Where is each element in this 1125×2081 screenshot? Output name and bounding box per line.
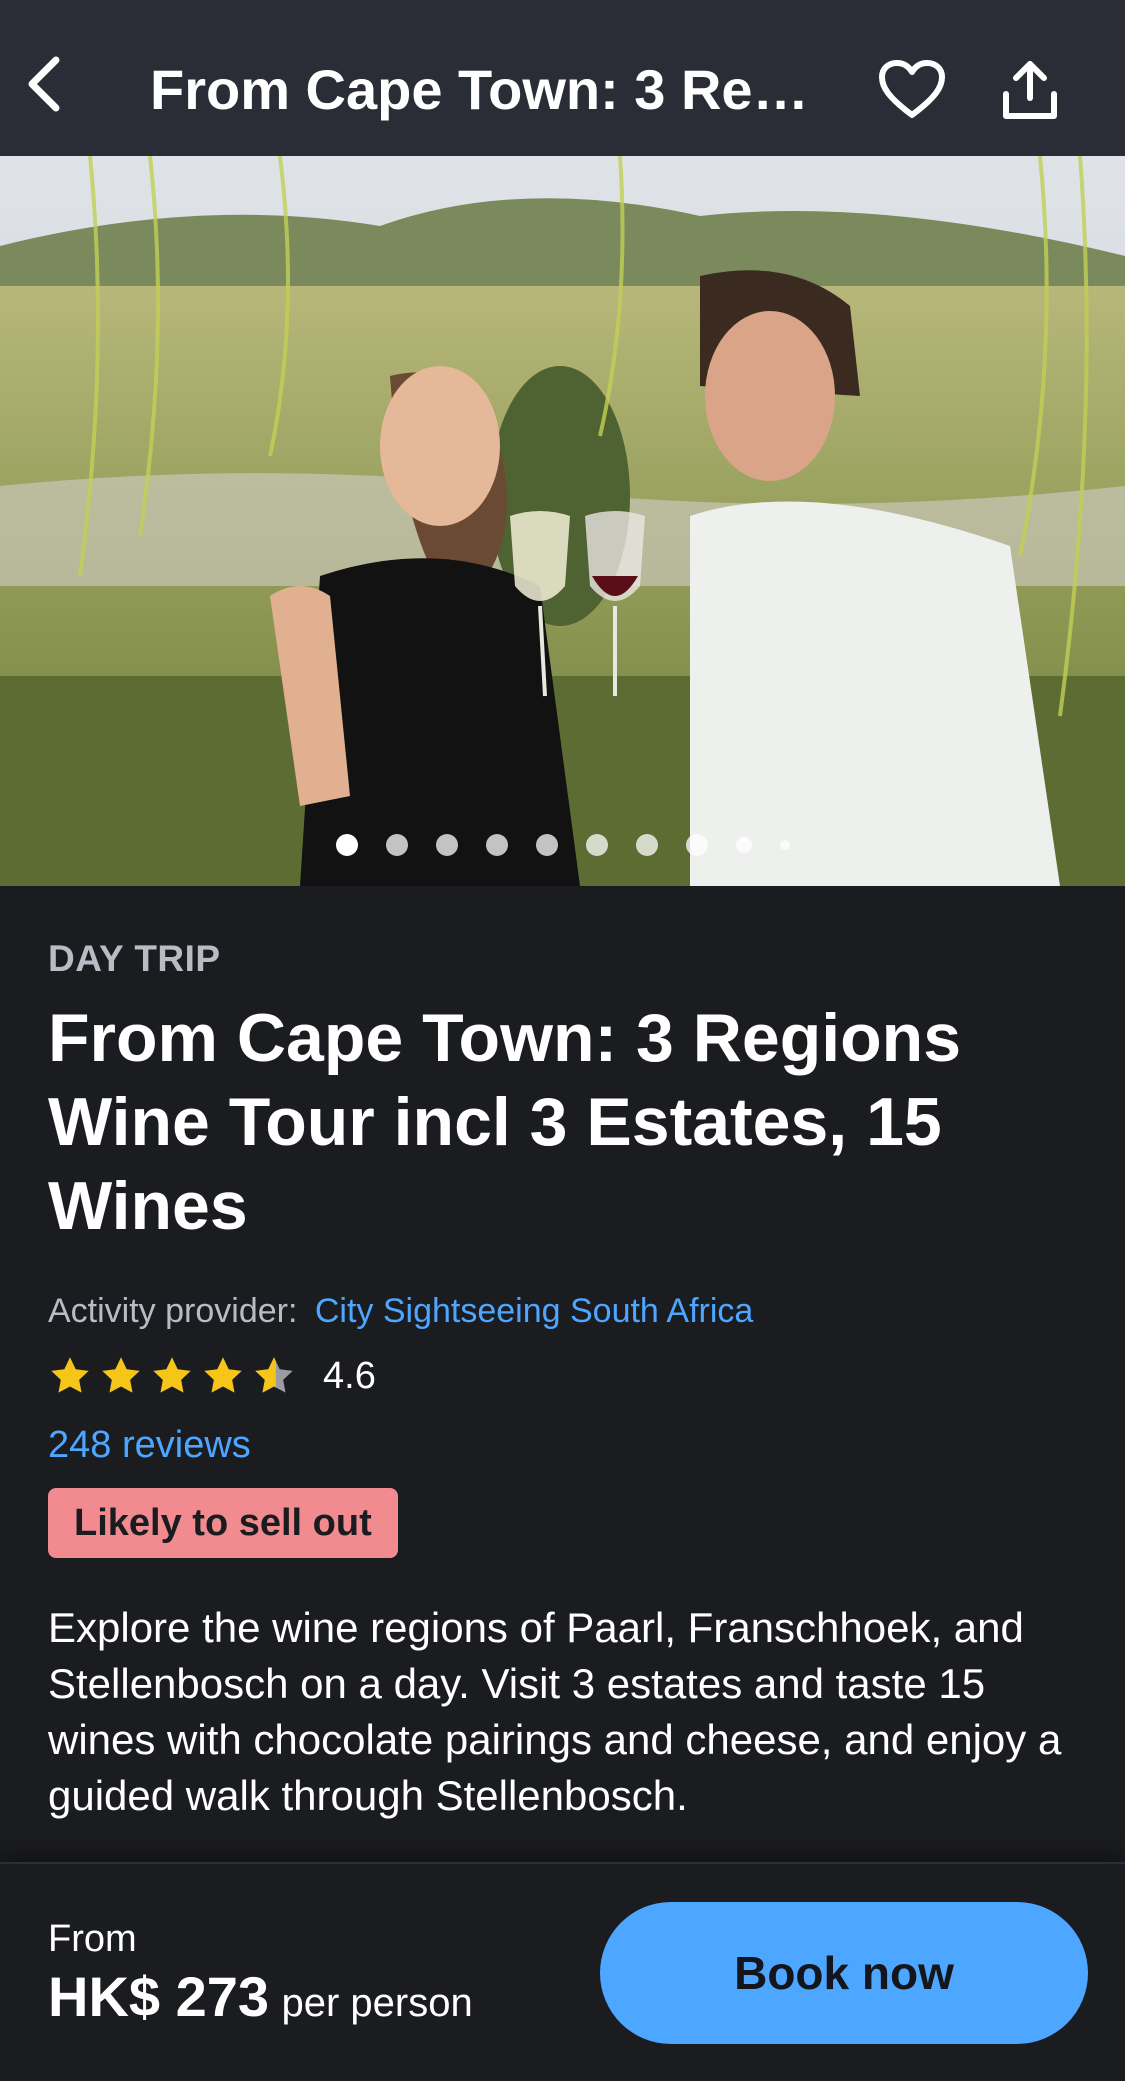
wine-tasting-photo [0,156,1125,886]
sell-out-badge: Likely to sell out [48,1488,398,1558]
star-full-icon [51,1357,89,1393]
favorite-button[interactable] [872,50,952,130]
star-full-icon [102,1357,140,1393]
price-from-label: From [48,1918,137,1960]
back-button[interactable] [14,44,74,124]
share-button[interactable] [990,50,1070,130]
hero-photo-gallery[interactable] [0,156,1125,886]
pagination-dot[interactable] [735,837,752,853]
price-unit: per person [281,1981,473,2025]
price-row: HK$ 273 per person [48,1964,473,2029]
rating-value: 4.6 [323,1354,376,1397]
top-navigation-bar: From Cape Town: 3 Regi... [0,0,1125,156]
activity-description: Explore the wine regions of Paarl, Frans… [48,1604,1062,1819]
reviews-link[interactable]: 248 reviews [48,1424,251,1467]
pagination-dot[interactable] [779,840,790,850]
pagination-dot[interactable] [685,834,708,856]
provider-link[interactable]: City Sightseeing South Africa [315,1292,753,1330]
star-half-icon [255,1357,293,1393]
pagination-dot[interactable] [485,834,508,856]
gallery-pagination[interactable] [0,834,1125,856]
provider-label: Activity provider: [48,1292,298,1330]
star-full-icon [204,1357,242,1393]
pagination-dot[interactable] [635,834,658,856]
activity-category: DAY TRIP [48,938,221,979]
activity-title: From Cape Town: 3 Regions Wine Tour incl… [48,1000,962,1244]
rating-row: 4.6 [48,1354,376,1398]
pagination-dot[interactable] [435,834,458,856]
pagination-dot[interactable] [535,834,558,856]
book-now-button[interactable]: Book now [600,1902,1088,2044]
star-full-icon [153,1357,191,1393]
pagination-dot-active[interactable] [335,834,358,856]
pagination-dot[interactable] [385,834,408,856]
share-icon [1003,61,1057,119]
price-value: HK$ 273 [48,1965,270,2028]
pagination-dot[interactable] [585,834,608,856]
header-title: From Cape Town: 3 Regi... [150,58,840,121]
chevron-left-icon [28,56,60,112]
heart-icon [879,60,945,118]
activity-provider: Activity provider: City Sightseeing Sout… [48,1292,753,1331]
booking-bar: From HK$ 273 per person Book now [0,1862,1125,2081]
